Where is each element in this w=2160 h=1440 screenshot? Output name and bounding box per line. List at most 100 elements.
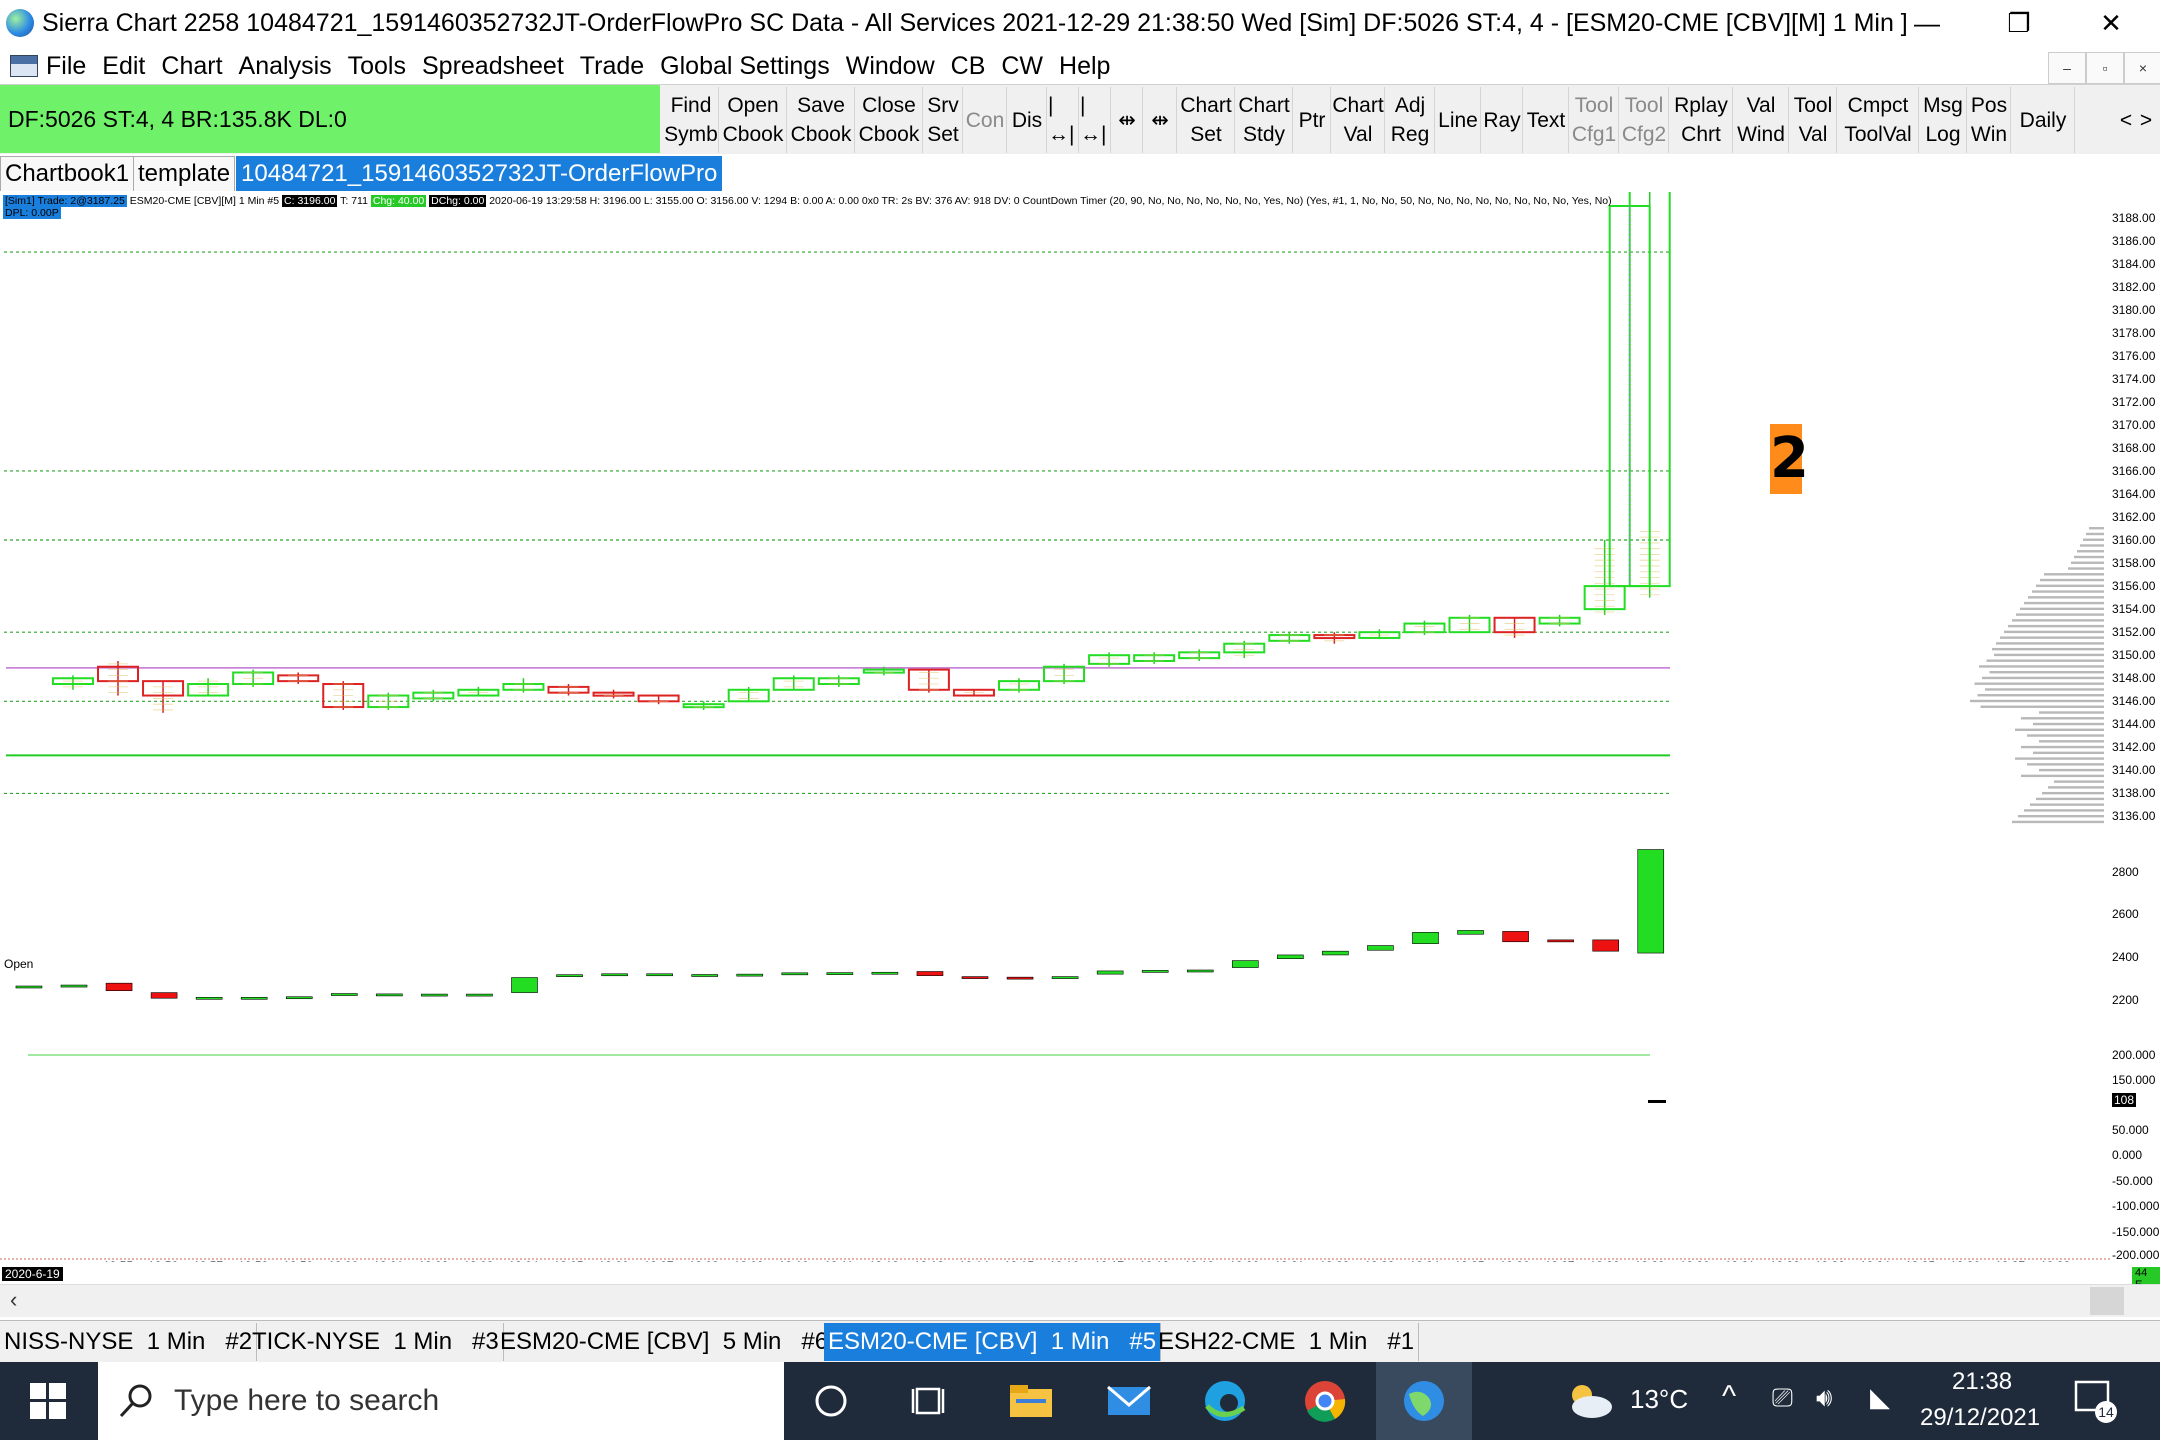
taskbar-clock-time[interactable]: 21:38 xyxy=(1952,1368,2012,1396)
connect-button[interactable]: Con xyxy=(964,87,1007,153)
tab-niss-nyse[interactable]: NISS-NYSE 1 Min #2 xyxy=(0,1323,258,1361)
edge-browser-icon[interactable] xyxy=(1200,1376,1250,1426)
tab-esm20-1min[interactable]: ESM20-CME [CBV] 1 Min #5 xyxy=(824,1323,1162,1361)
time-tick-label: 13:16 xyxy=(1049,1259,1079,1262)
btn-l2: Cbook xyxy=(722,123,784,146)
daily-button[interactable]: Daily xyxy=(2012,87,2075,153)
chart-settings-button[interactable]: Chart Set xyxy=(1178,87,1235,153)
chrome-icon[interactable] xyxy=(1300,1376,1350,1426)
wifi-icon[interactable]: ◣ xyxy=(1870,1382,1890,1413)
menu-tools[interactable]: Tools xyxy=(348,52,406,81)
menu-analysis[interactable]: Analysis xyxy=(239,52,332,81)
horizontal-scrollbar[interactable]: ‹ xyxy=(0,1284,2160,1317)
file-explorer-icon[interactable] xyxy=(1006,1376,1056,1426)
notifications-icon[interactable]: 14 xyxy=(2070,1376,2120,1426)
price-tick-label: 3168.00 xyxy=(2112,440,2156,455)
price-tick-label: 3188.00 xyxy=(2112,210,2156,225)
toolbar-scroll-left-icon[interactable]: < xyxy=(2116,87,2136,153)
disconnect-button[interactable]: Dis xyxy=(1008,87,1047,153)
volume-icon[interactable]: 🔊︎ xyxy=(1816,1382,1832,1414)
profile-bar xyxy=(2018,814,2104,818)
tool-values-button[interactable]: Tool Val xyxy=(1790,87,1837,153)
svg-text:14: 14 xyxy=(2098,1404,2114,1420)
taskbar-clock-date[interactable]: 29/12/2021 xyxy=(1920,1404,2040,1432)
task-view-icon[interactable] xyxy=(904,1376,954,1426)
pointer-tool-button[interactable]: Ptr xyxy=(1294,87,1331,153)
tab-chartbook1[interactable]: Chartbook1 xyxy=(0,156,135,191)
profile-bar xyxy=(2048,786,2104,789)
tool-config2-button[interactable]: Tool Cfg2 xyxy=(1620,87,1669,153)
volume-candle xyxy=(826,972,854,975)
time-tick-label: 13:21 xyxy=(1274,1259,1304,1262)
chart-info-bar: [Sim1] Trade: 2@3187.25 ESM20-CME [CBV][… xyxy=(3,195,1612,219)
save-chartbook-button[interactable]: Save Cbook xyxy=(788,87,855,153)
bar-spacing-increase-icon[interactable]: |↔| xyxy=(1080,87,1111,153)
chart-area[interactable]: [Sim1] Trade: 2@3187.25 ESM20-CME [CBV][… xyxy=(0,192,2160,1262)
tool-config1-button[interactable]: Tool Cfg1 xyxy=(1570,87,1619,153)
menu-chart[interactable]: Chart xyxy=(161,52,222,81)
text-tool-button[interactable]: Text xyxy=(1524,87,1569,153)
chart-studies-button[interactable]: Chart Stdy xyxy=(1236,87,1293,153)
btn-l1: Tool xyxy=(1574,94,1614,117)
tab-esh22[interactable]: ESH22-CME 1 Min #1 xyxy=(1154,1323,1420,1361)
chart-window-icon[interactable] xyxy=(10,55,38,77)
bar-spacing-decrease-icon[interactable]: |↔| xyxy=(1048,87,1079,153)
open-chartbook-button[interactable]: Open Cbook xyxy=(720,87,787,153)
positions-window-button[interactable]: Pos Win xyxy=(1968,87,2011,153)
mdi-close-button[interactable]: × xyxy=(2124,52,2160,84)
profile-bar xyxy=(2033,722,2104,726)
start-button[interactable] xyxy=(0,1362,96,1440)
mdi-restore-button[interactable]: ▫ xyxy=(2086,52,2124,84)
find-symbol-button[interactable]: Find Symb xyxy=(664,87,719,153)
menu-edit[interactable]: Edit xyxy=(102,52,145,81)
info-trades: T: 711 xyxy=(337,195,371,207)
replay-chart-button[interactable]: Rplay Chrt xyxy=(1670,87,1733,153)
scale-compress-icon[interactable]: ⇹ xyxy=(1112,87,1143,153)
compact-tool-values-button[interactable]: Cmpct ToolVal xyxy=(1838,87,1919,153)
close-chartbook-button[interactable]: Close Cbook xyxy=(856,87,923,153)
toolbar-scroll-right-icon[interactable]: > xyxy=(2136,87,2156,153)
scale-expand-icon[interactable]: ⇹ xyxy=(1144,87,1177,153)
chart-values-button[interactable]: Chart Val xyxy=(1332,87,1385,153)
volume-candle xyxy=(871,971,899,975)
tab-orderflowpro[interactable]: 10484721_1591460352732JT-OrderFlowPro xyxy=(236,156,723,191)
open-label: Open xyxy=(4,957,34,971)
weather-cloud-icon[interactable] xyxy=(1564,1376,1614,1426)
scroll-left-icon[interactable]: ‹ xyxy=(10,1287,17,1313)
btn-l1: Open xyxy=(727,94,779,117)
tab-tick-nyse[interactable]: TICK-NYSE 1 Min #3 xyxy=(248,1323,504,1361)
ray-tool-button[interactable]: Ray xyxy=(1482,87,1523,153)
message-log-button[interactable]: Msg Log xyxy=(1920,87,1967,153)
mail-icon[interactable] xyxy=(1104,1376,1154,1426)
menu-help[interactable]: Help xyxy=(1059,52,1110,81)
close-button[interactable]: ✕ xyxy=(2066,0,2156,46)
menu-window[interactable]: Window xyxy=(846,52,935,81)
volume-candle xyxy=(1006,976,1034,980)
menu-cw[interactable]: CW xyxy=(1001,52,1043,81)
time-axis[interactable]: 12:55 12:56 12:57 12:58 12:59 13:00 13:01 13:02… xyxy=(0,1259,2160,1262)
meet-now-icon[interactable]: ⎚ xyxy=(1772,1382,1793,1414)
tab-template[interactable]: template xyxy=(133,156,236,191)
scroll-thumb[interactable] xyxy=(2090,1287,2124,1315)
cortana-icon[interactable] xyxy=(806,1376,856,1426)
menu-cb[interactable]: CB xyxy=(951,52,986,81)
menu-global-settings[interactable]: Global Settings xyxy=(660,52,830,81)
info-dpl: DPL: 0.00P xyxy=(3,207,61,219)
adjust-region-button[interactable]: Adj Reg xyxy=(1386,87,1435,153)
line-tool-button[interactable]: Line xyxy=(1436,87,1481,153)
sierra-chart-taskbar-icon[interactable] xyxy=(1376,1362,1472,1440)
price-tick-label: 3180.00 xyxy=(2112,302,2156,317)
tab-esm20-5min[interactable]: ESM20-CME [CBV] 5 Min #6 xyxy=(496,1323,834,1361)
taskbar-search-box[interactable]: Type here to search xyxy=(98,1362,784,1440)
menu-file[interactable]: File xyxy=(46,52,86,81)
chart-canvas[interactable] xyxy=(0,192,2160,1262)
values-window-button[interactable]: Val Wind xyxy=(1734,87,1789,153)
menu-trade[interactable]: Trade xyxy=(580,52,644,81)
profile-bar xyxy=(2071,561,2104,564)
server-settings-button[interactable]: Srv Set xyxy=(924,87,963,153)
mdi-minimize-button[interactable]: – xyxy=(2048,52,2086,84)
menu-spreadsheet[interactable]: Spreadsheet xyxy=(422,52,564,81)
show-hidden-icons-chevron-icon[interactable]: ^ xyxy=(1722,1380,1736,1414)
maximize-button[interactable]: ❐ xyxy=(1974,0,2064,46)
minimize-button[interactable]: — xyxy=(1882,0,1972,46)
